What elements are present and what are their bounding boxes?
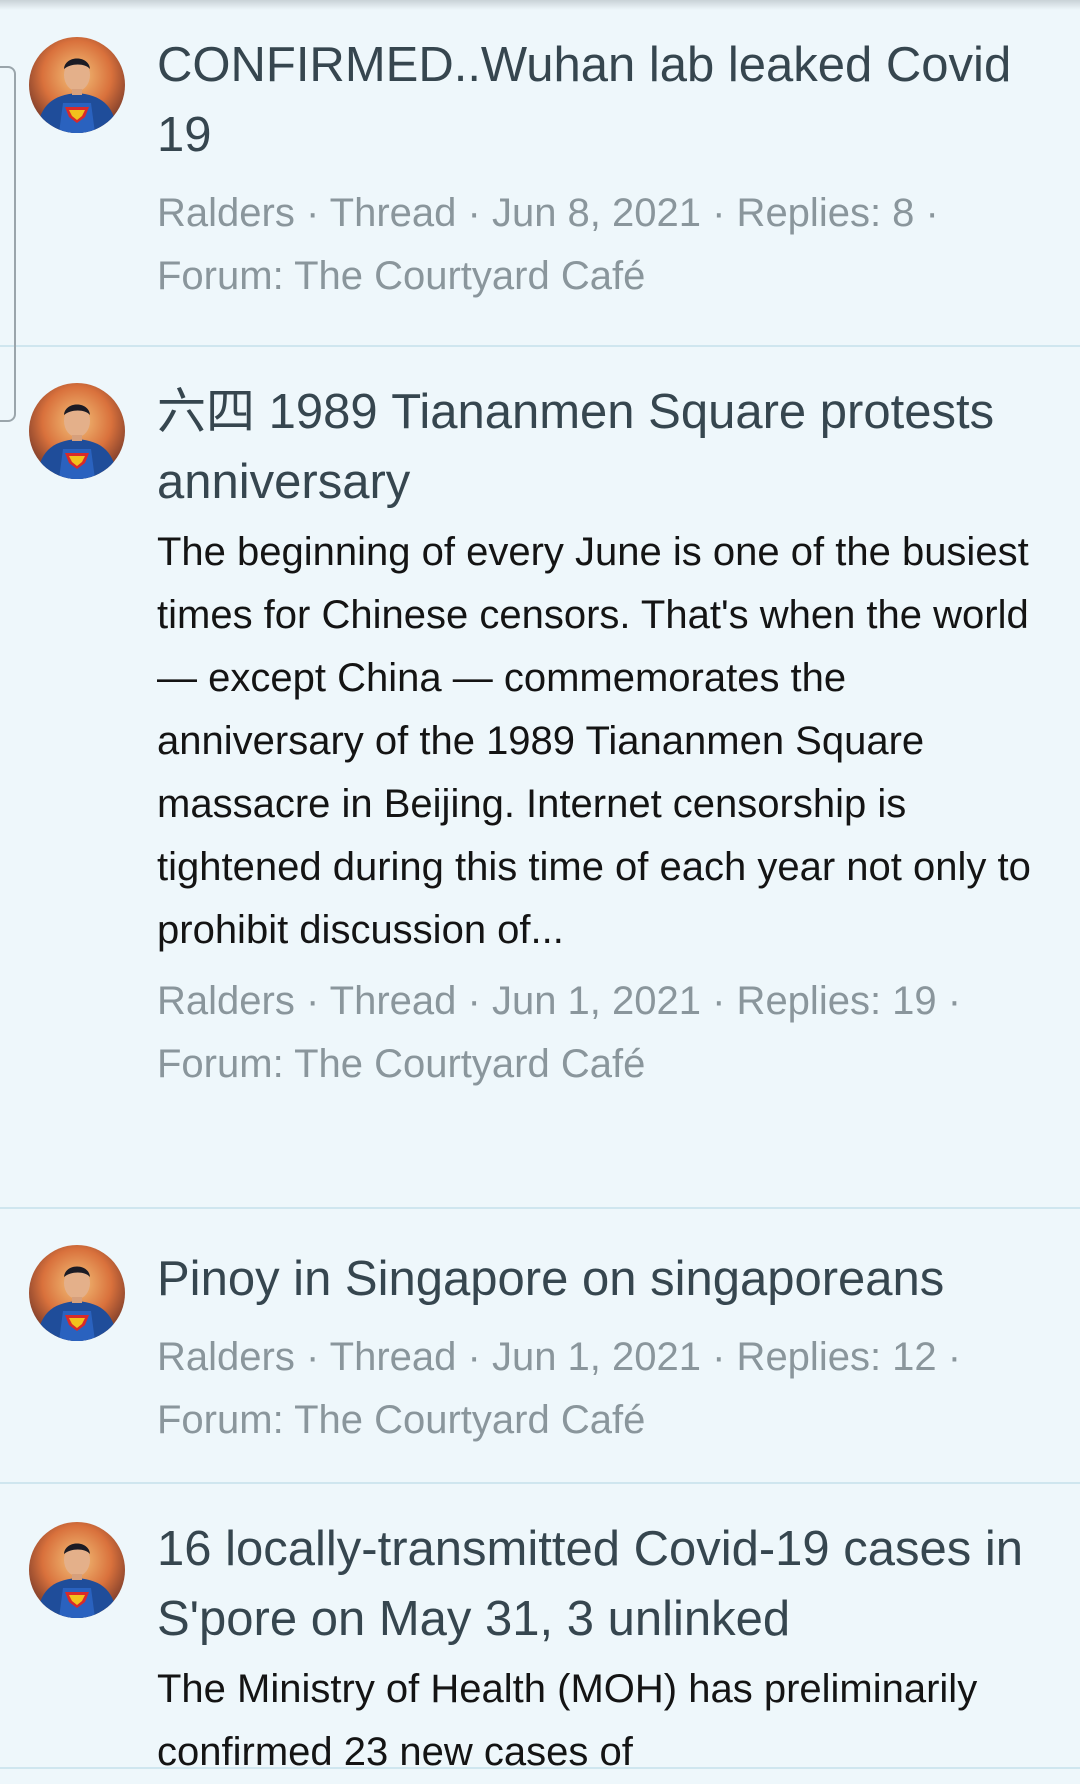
superhero-avatar-icon: [29, 383, 125, 479]
result-meta-line1: Ralders · Thread · Jun 1, 2021 · Replies…: [157, 1335, 962, 1379]
avatar[interactable]: [29, 37, 125, 133]
side-drawer-handle[interactable]: [0, 66, 16, 422]
result-title[interactable]: Pinoy in Singapore on singaporeans: [157, 1244, 1060, 1314]
result-item[interactable]: 16 locally-transmitted Covid-19 cases in…: [0, 1484, 1080, 1774]
result-item[interactable]: 六四 1989 Tiananmen Square protests annive…: [0, 347, 1080, 1209]
result-item[interactable]: Pinoy in Singapore on singaporeans Ralde…: [0, 1209, 1080, 1484]
result-meta: Ralders · Thread · Jun 1, 2021 · Replies…: [157, 970, 1060, 1096]
result-meta-line1: Ralders · Thread · Jun 1, 2021 · Replies…: [157, 979, 962, 1023]
avatar[interactable]: [29, 383, 125, 479]
result-meta: Ralders · Thread · Jun 1, 2021 · Replies…: [157, 1326, 1060, 1452]
superhero-avatar-icon: [29, 1522, 125, 1618]
result-snippet: The beginning of every June is one of th…: [157, 530, 1031, 952]
result-forum[interactable]: Forum: The Courtyard Café: [157, 1042, 645, 1086]
avatar[interactable]: [29, 1245, 125, 1341]
result-meta-line1: Ralders · Thread · Jun 8, 2021 · Replies…: [157, 191, 939, 235]
avatar[interactable]: [29, 1522, 125, 1618]
result-forum[interactable]: Forum: The Courtyard Café: [157, 254, 645, 298]
search-results-list: CONFIRMED..Wuhan lab leaked Covid 19 Ral…: [0, 0, 1080, 1774]
result-item[interactable]: CONFIRMED..Wuhan lab leaked Covid 19 Ral…: [0, 0, 1080, 347]
result-title[interactable]: 六四 1989 Tiananmen Square protests annive…: [157, 377, 1060, 517]
result-title[interactable]: CONFIRMED..Wuhan lab leaked Covid 19: [157, 30, 1060, 170]
result-meta: Ralders · Thread · Jun 8, 2021 · Replies…: [157, 182, 1060, 308]
superhero-avatar-icon: [29, 37, 125, 133]
result-snippet: The Ministry of Health (MOH) has prelimi…: [157, 1667, 978, 1774]
superhero-avatar-icon: [29, 1245, 125, 1341]
result-forum[interactable]: Forum: The Courtyard Café: [157, 1398, 645, 1442]
result-title[interactable]: 16 locally-transmitted Covid-19 cases in…: [157, 1514, 1060, 1654]
